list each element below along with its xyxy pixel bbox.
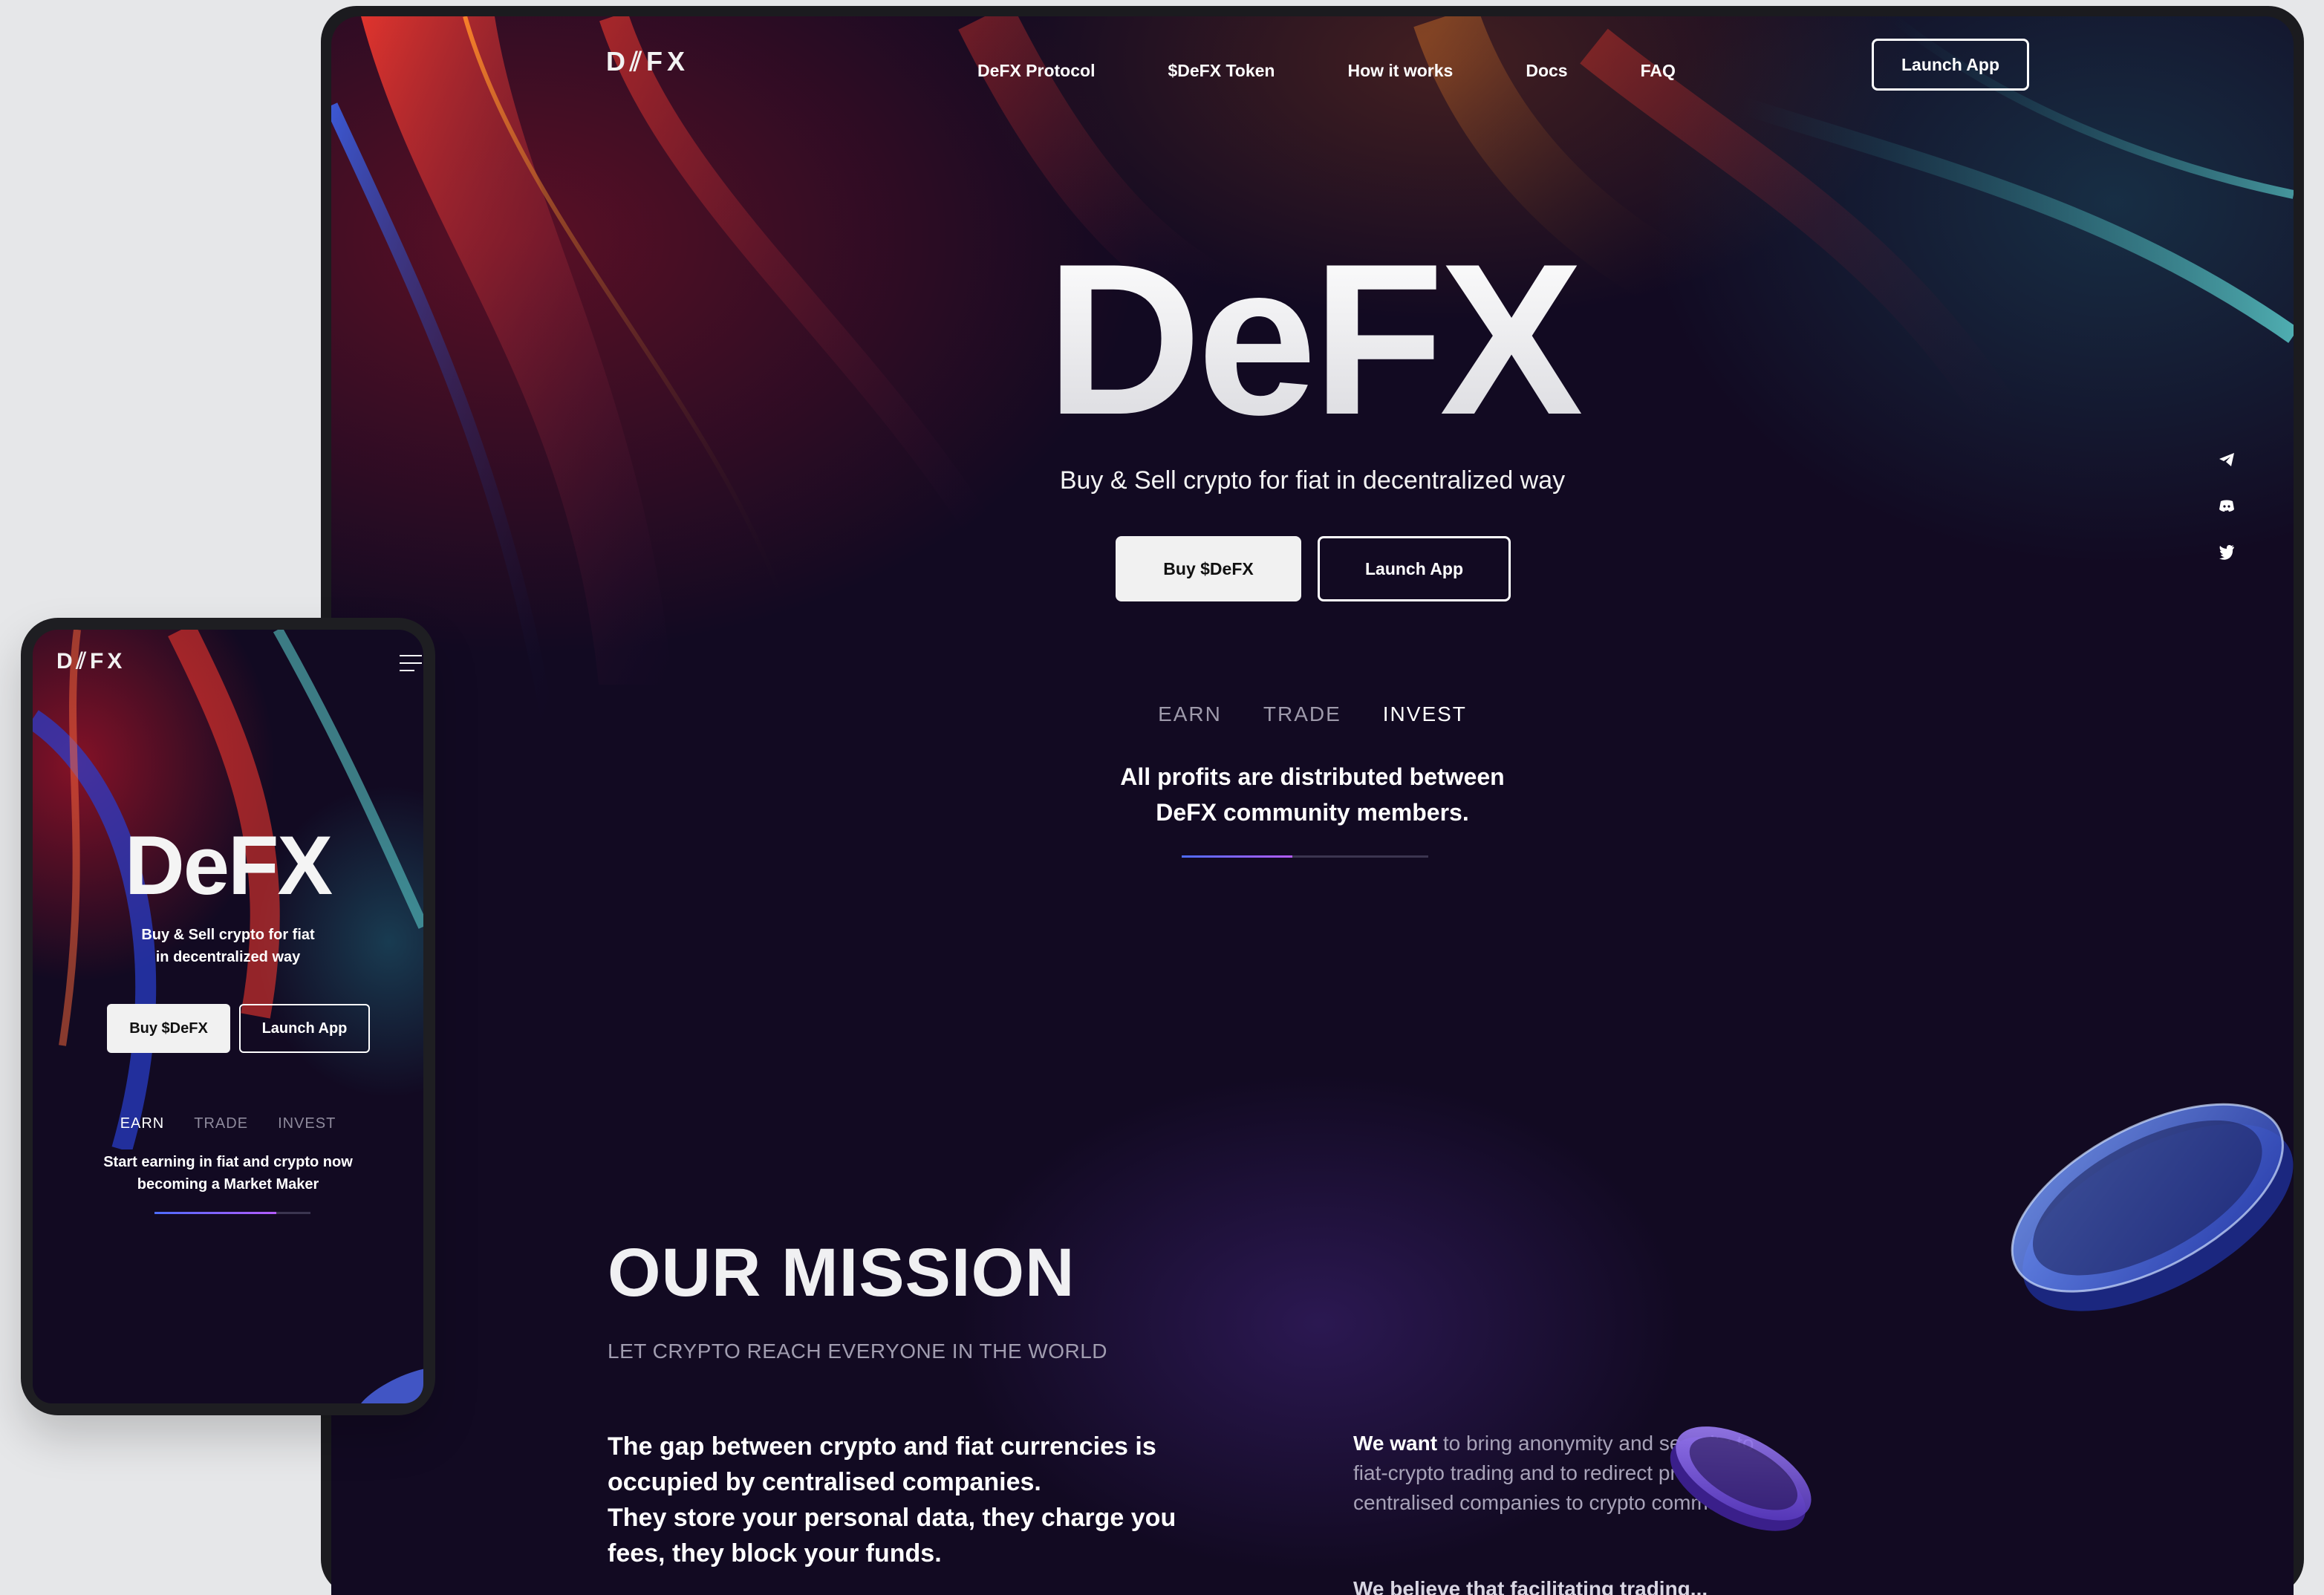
menu-line — [400, 662, 422, 664]
hero-title: DeFX — [331, 232, 2294, 447]
mission-statement-line-2: They store your personal data, they char… — [608, 1504, 1176, 1568]
mobile-tab-invest[interactable]: INVEST — [278, 1115, 336, 1132]
mobile-hero-title: DeFX — [124, 819, 333, 912]
feature-tabs: EARN TRADE INVEST — [331, 702, 2294, 726]
nav-link-how-it-works[interactable]: How it works — [1347, 61, 1453, 81]
tab-progress-fill — [1182, 855, 1293, 858]
brand-logo[interactable]: D⫽FX — [606, 46, 689, 78]
tab-trade[interactable]: TRADE — [1263, 702, 1341, 726]
mobile-tab-description-line-1: Start earning in fiat and crypto now — [103, 1154, 353, 1170]
tab-description-line-2: DeFX community members. — [1156, 799, 1469, 826]
mobile-tab-progress-bar — [154, 1212, 310, 1214]
tab-invest[interactable]: INVEST — [1383, 702, 1467, 726]
main-nav: DeFX Protocol $DeFX Token How it works D… — [977, 61, 1748, 81]
mobile-tab-description-line-2: becoming a Market Maker — [137, 1176, 319, 1193]
tab-earn[interactable]: EARN — [1158, 702, 1222, 726]
desktop-device-frame: D⫽FX DeFX Protocol $DeFX Token How it wo… — [321, 6, 2304, 1595]
social-links — [2218, 451, 2236, 589]
mobile-tab-progress-fill — [154, 1212, 276, 1214]
hamburger-menu-icon[interactable] — [400, 655, 422, 677]
glass-coin-small — [1670, 1426, 1812, 1531]
twitter-icon[interactable] — [2218, 543, 2236, 561]
mobile-screen: D⫽FX DeFX Buy & Sell crypto for fiat in … — [33, 630, 423, 1403]
mobile-device-frame: D⫽FX DeFX Buy & Sell crypto for fiat in … — [21, 618, 435, 1415]
tab-progress-bar — [1182, 855, 1428, 858]
mission-statement-line-1: The gap between crypto and fiat currenci… — [608, 1432, 1156, 1496]
mobile-launch-app-button[interactable]: Launch App — [239, 1004, 370, 1053]
tab-description: All profits are distributed between DeFX… — [331, 759, 2294, 830]
mobile-feature-tabs: EARN TRADE INVEST — [33, 1115, 423, 1132]
mission-goal-highlight: We want — [1353, 1432, 1438, 1455]
mobile-tab-description: Start earning in fiat and crypto now bec… — [33, 1151, 423, 1196]
mission-belief-text: We believe that facilitating trading... — [1353, 1577, 1708, 1595]
mission-subtitle: LET CRYPTO REACH EVERYONE IN THE WORLD — [608, 1340, 1108, 1363]
menu-line — [400, 655, 422, 656]
mobile-brand-logo[interactable]: D⫽FX — [56, 649, 126, 674]
discord-icon[interactable] — [2218, 497, 2236, 515]
hero-subtitle: Buy & Sell crypto for fiat in decentrali… — [1059, 466, 1566, 495]
mobile-hero-subtitle-line-2: in decentralized way — [155, 949, 301, 965]
nav-link-token[interactable]: $DeFX Token — [1168, 61, 1275, 81]
mission-statement: The gap between crypto and fiat currenci… — [608, 1429, 1202, 1571]
telegram-icon[interactable] — [2218, 451, 2236, 469]
mobile-buy-defx-button[interactable]: Buy $DeFX — [107, 1004, 230, 1053]
mobile-hero-subtitle-line-1: Buy & Sell crypto for fiat — [141, 927, 315, 943]
glass-coin-large — [2011, 1103, 2294, 1311]
nav-link-protocol[interactable]: DeFX Protocol — [977, 61, 1095, 81]
hero-launch-app-button[interactable]: Launch App — [1318, 536, 1511, 601]
desktop-screen: D⫽FX DeFX Protocol $DeFX Token How it wo… — [331, 16, 2294, 1595]
nav-link-docs[interactable]: Docs — [1526, 61, 1567, 81]
mobile-tab-trade[interactable]: TRADE — [194, 1115, 248, 1132]
buy-defx-button[interactable]: Buy $DeFX — [1116, 536, 1301, 601]
hero-background-waves — [331, 16, 2294, 760]
mission-title: OUR MISSION — [608, 1235, 1075, 1311]
nav-launch-app-button[interactable]: Launch App — [1872, 39, 2029, 91]
nav-link-faq[interactable]: FAQ — [1641, 61, 1676, 81]
mobile-glass-coin — [356, 1367, 423, 1403]
tab-description-line-1: All profits are distributed between — [1120, 763, 1505, 790]
menu-line — [400, 670, 414, 671]
mobile-tab-earn[interactable]: EARN — [120, 1115, 165, 1132]
mobile-hero-subtitle: Buy & Sell crypto for fiat in decentrali… — [33, 924, 423, 968]
